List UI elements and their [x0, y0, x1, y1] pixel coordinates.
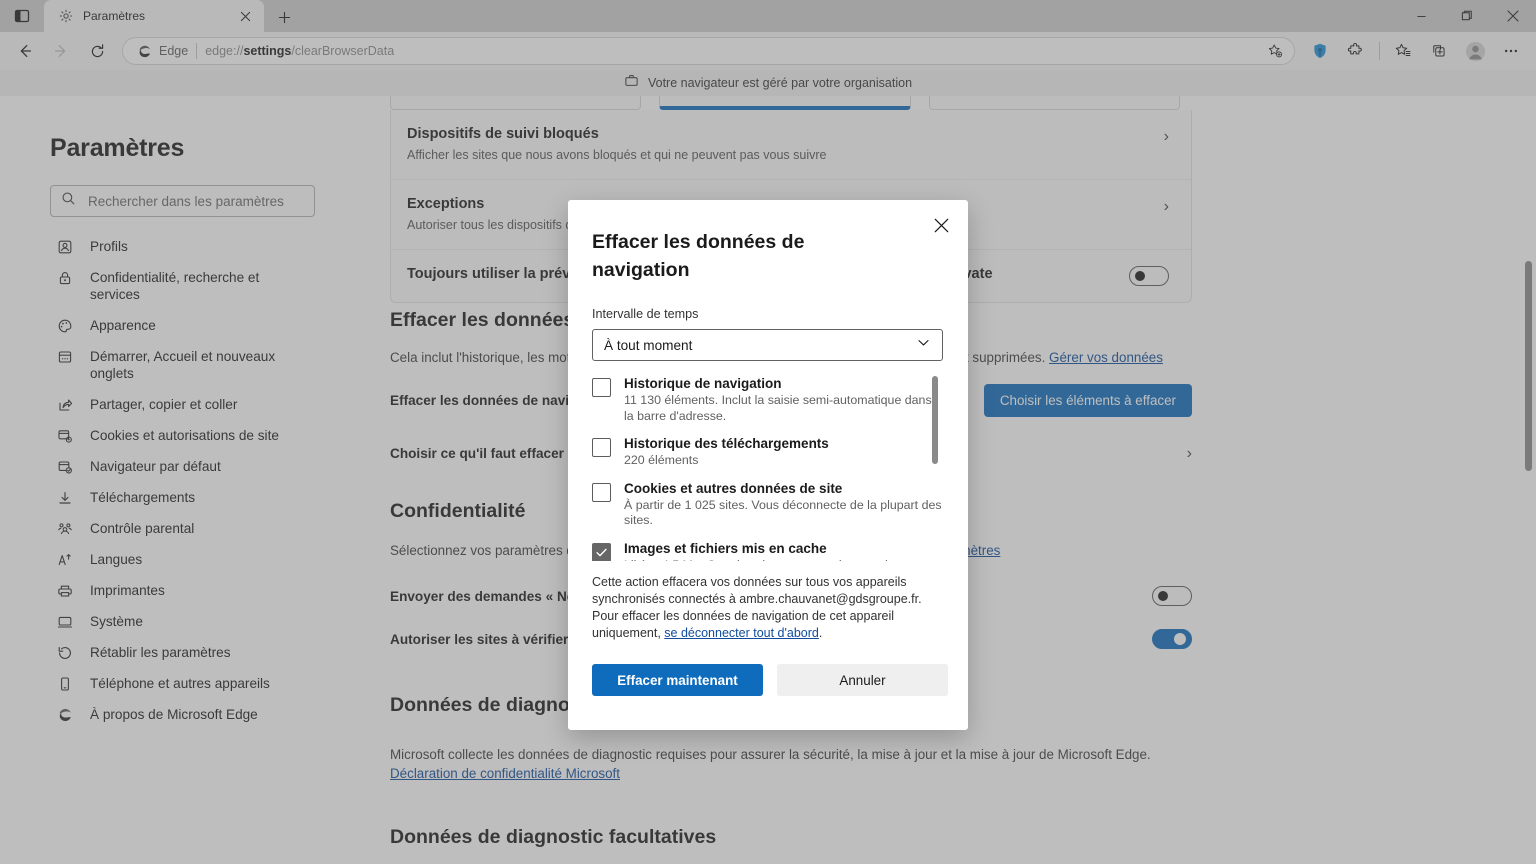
time-range-value: À tout moment [604, 337, 693, 353]
close-icon [934, 218, 948, 232]
clear-browsing-data-dialog: Effacer les données de navigation Interv… [568, 200, 968, 730]
option-sublabel: 220 éléments [624, 453, 699, 467]
dialog-scrollbar-thumb[interactable] [932, 376, 938, 464]
option-sublabel: Libère 4,5 Mo. Certains sites peuvent ch… [624, 558, 943, 562]
option-label: Images et fichiers mis en cache [624, 540, 827, 556]
time-range-label: Intervalle de temps [592, 307, 699, 321]
option-sublabel: À partir de 1 025 sites. Vous déconnecte… [624, 497, 942, 528]
option-cookies[interactable]: Cookies et autres données de site À part… [592, 481, 943, 541]
option-label: Cookies et autres données de site [624, 480, 843, 496]
option-sublabel: 11 130 éléments. Inclut la saisie semi-a… [624, 393, 932, 423]
dialog-scrollbar[interactable] [932, 376, 940, 561]
dialog-actions: Effacer maintenant Annuler [592, 664, 948, 696]
option-cached-images[interactable]: Images et fichiers mis en cache Libère 4… [592, 540, 943, 562]
clear-now-button[interactable]: Effacer maintenant [592, 664, 763, 696]
checkbox[interactable] [592, 438, 611, 457]
sync-note: Cette action effacera vos données sur to… [592, 574, 944, 642]
sign-out-link[interactable]: se déconnecter tout d'abord [664, 626, 819, 640]
option-label: Historique des téléchargements [624, 436, 829, 451]
cancel-button[interactable]: Annuler [777, 664, 948, 696]
option-download-history[interactable]: Historique des téléchargements 220 éléme… [592, 436, 943, 481]
chevron-down-icon [916, 335, 931, 355]
sync-note-period: . [818, 626, 823, 640]
option-browsing-history[interactable]: Historique de navigation 11 130 éléments… [592, 376, 943, 436]
checkbox[interactable] [592, 378, 611, 397]
checkbox[interactable] [592, 542, 611, 561]
checkbox[interactable] [592, 482, 611, 502]
dialog-close-button[interactable] [926, 210, 956, 240]
check-icon [596, 548, 607, 556]
time-range-select[interactable]: À tout moment [592, 329, 943, 361]
option-label: Historique de navigation [624, 376, 782, 391]
clear-options-list[interactable]: Historique de navigation 11 130 éléments… [592, 376, 943, 561]
dialog-title: Effacer les données de navigation [592, 231, 805, 281]
